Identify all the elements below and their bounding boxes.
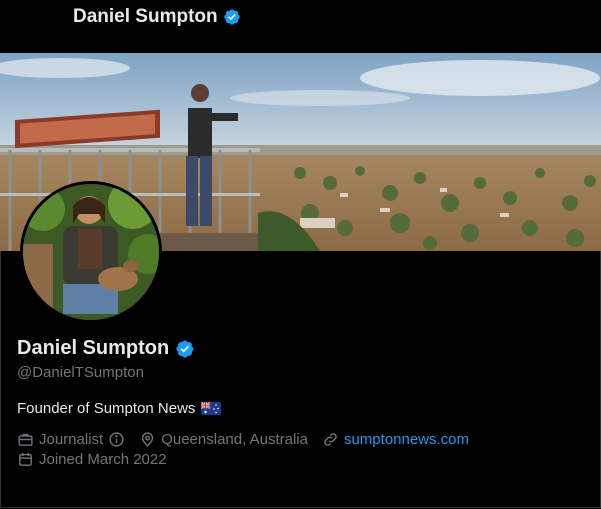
display-name-wrap: Daniel Sumpton — [17, 337, 195, 360]
joined-item: Joined March 2022 — [17, 451, 167, 468]
avatar-image — [23, 184, 159, 320]
website-item: sumptonnews.com — [322, 431, 469, 448]
briefcase-icon — [18, 433, 33, 446]
profession-label: Journalist — [39, 431, 104, 448]
info-icon[interactable] — [108, 431, 125, 448]
location-pin-icon — [142, 432, 154, 447]
profile-bio: Founder of Sumpton News — [17, 400, 222, 417]
profile-avatar[interactable] — [20, 181, 162, 323]
profile-joined-row: Joined March 2022 — [17, 451, 181, 468]
profile-handle: @DanielTSumpton — [17, 364, 144, 381]
australia-flag-icon — [201, 402, 222, 415]
profession-item: Journalist — [17, 431, 125, 448]
joined-label: Joined March 2022 — [39, 451, 167, 468]
website-link[interactable]: sumptonnews.com — [344, 431, 469, 448]
calendar-icon — [19, 453, 32, 466]
link-icon — [324, 433, 337, 446]
header-name: Daniel Sumpton — [73, 6, 218, 27]
location-item: Queensland, Australia — [139, 431, 308, 448]
header-name-wrap: Daniel Sumpton — [73, 6, 241, 28]
location-label: Queensland, Australia — [161, 431, 308, 448]
verified-badge-icon[interactable] — [223, 8, 241, 26]
profile-meta-row: Journalist Queensland, Australia sumpton… — [17, 431, 483, 448]
top-header: Daniel Sumpton — [0, 0, 601, 53]
display-name: Daniel Sumpton — [17, 337, 170, 359]
bio-text: Founder of Sumpton News — [17, 400, 196, 417]
verified-badge-icon[interactable] — [175, 339, 195, 359]
